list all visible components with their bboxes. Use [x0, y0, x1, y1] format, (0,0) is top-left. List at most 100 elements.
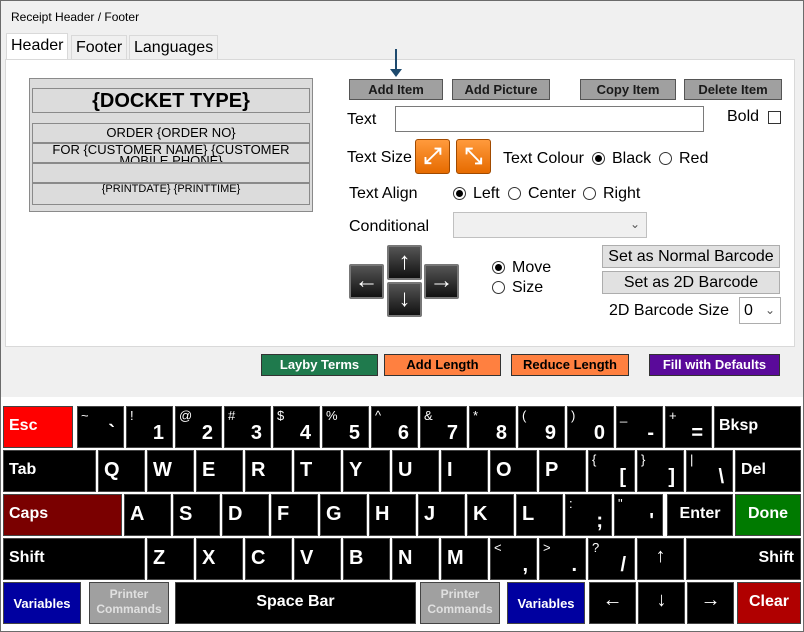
key-enter[interactable]: Enter: [667, 494, 733, 536]
barcode-size-select[interactable]: 0 ⌄: [739, 297, 781, 324]
key-q[interactable]: Q: [98, 450, 145, 492]
key-i[interactable]: I: [441, 450, 488, 492]
tab-header[interactable]: Header: [6, 33, 69, 60]
bold-checkbox[interactable]: [768, 111, 781, 124]
preview-print-date[interactable]: {PRINTDATE} {PRINTTIME}: [32, 183, 310, 205]
key-4[interactable]: $4: [273, 406, 320, 448]
key-k[interactable]: K: [467, 494, 514, 536]
red-radio[interactable]: [659, 152, 672, 165]
key-b[interactable]: B: [343, 538, 390, 580]
preview-blank-line[interactable]: [32, 163, 310, 183]
preview-order-no[interactable]: ORDER {ORDER NO}: [32, 123, 310, 143]
key-bksp[interactable]: Bksp: [714, 406, 801, 448]
key-caps[interactable]: Caps: [3, 494, 122, 536]
key-9[interactable]: (9: [518, 406, 565, 448]
key-clear[interactable]: Clear: [737, 582, 801, 624]
key-g[interactable]: G: [320, 494, 367, 536]
key-u[interactable]: U: [392, 450, 439, 492]
fill-with-defaults-button[interactable]: Fill with Defaults: [649, 354, 780, 376]
key-x[interactable]: X: [196, 538, 243, 580]
key-o[interactable]: O: [490, 450, 537, 492]
key-6[interactable]: ^ 6: [371, 406, 418, 448]
key-5[interactable]: % 5: [322, 406, 369, 448]
key-tab[interactable]: Tab: [3, 450, 96, 492]
align-center-radio[interactable]: [508, 187, 521, 200]
key-7[interactable]: & 7: [420, 406, 467, 448]
delete-item-button[interactable]: Delete Item: [684, 79, 782, 100]
preview-docket-type[interactable]: {DOCKET TYPE}: [32, 88, 310, 113]
key-8[interactable]: * 8: [469, 406, 516, 448]
conditional-select[interactable]: ⌄: [453, 212, 647, 238]
layby-terms-button[interactable]: Layby Terms: [261, 354, 378, 376]
key-m[interactable]: M: [441, 538, 488, 580]
align-right-radio[interactable]: [583, 187, 596, 200]
key-arrow-down-icon[interactable]: ↓: [638, 582, 685, 624]
tab-languages[interactable]: Languages: [129, 35, 219, 59]
key-sym-row2-11[interactable]: {[: [588, 450, 635, 492]
key-e[interactable]: E: [196, 450, 243, 492]
key-sym-row2-12[interactable]: }]: [637, 450, 684, 492]
key-backslash[interactable]: | \: [686, 450, 733, 492]
key-printer-commands[interactable]: Printer Commands: [89, 582, 169, 624]
key-arrow-right-icon[interactable]: →: [687, 582, 734, 624]
key-v[interactable]: V: [294, 538, 341, 580]
key-n[interactable]: N: [392, 538, 439, 580]
tab-footer[interactable]: Footer: [71, 35, 128, 59]
key-sym-row3-10[interactable]: :;: [565, 494, 612, 536]
key-shift[interactable]: Shift: [3, 538, 145, 580]
key-arrow-up-icon[interactable]: ↑: [637, 538, 684, 580]
add-item-button[interactable]: Add Item: [349, 79, 443, 100]
set-normal-barcode-button[interactable]: Set as Normal Barcode: [602, 245, 780, 268]
key-sym-row1-1[interactable]: ~ `: [77, 406, 124, 448]
key-d[interactable]: D: [222, 494, 269, 536]
key-sym-row3-11[interactable]: " ': [614, 494, 663, 536]
key-arrow-left-icon[interactable]: ←: [589, 582, 636, 624]
key-esc[interactable]: Esc: [3, 406, 73, 448]
key-shift[interactable]: Shift: [686, 538, 801, 580]
size-radio[interactable]: [492, 281, 505, 294]
arrow-right-icon[interactable]: →: [424, 264, 459, 299]
key-c[interactable]: C: [245, 538, 292, 580]
key-r[interactable]: R: [245, 450, 292, 492]
set-2d-barcode-button[interactable]: Set as 2D Barcode: [602, 271, 780, 294]
arrow-up-icon[interactable]: ↑: [387, 245, 422, 280]
text-input[interactable]: [395, 106, 704, 132]
key-l[interactable]: L: [516, 494, 563, 536]
arrow-down-icon[interactable]: ↓: [387, 282, 422, 317]
key-w[interactable]: W: [147, 450, 194, 492]
key-s[interactable]: S: [173, 494, 220, 536]
key-h[interactable]: H: [369, 494, 416, 536]
arrow-left-icon[interactable]: ←: [349, 264, 384, 299]
key-done[interactable]: Done: [735, 494, 801, 536]
reduce-length-button[interactable]: Reduce Length: [511, 354, 629, 376]
key-variables[interactable]: Variables: [3, 582, 81, 624]
key-z[interactable]: Z: [147, 538, 194, 580]
key-y[interactable]: Y: [343, 450, 390, 492]
align-left-radio[interactable]: [453, 187, 466, 200]
key-j[interactable]: J: [418, 494, 465, 536]
key-2[interactable]: @2: [175, 406, 222, 448]
key-sym-row4-10[interactable]: ? /: [588, 538, 635, 580]
key-sym-row4-8[interactable]: <,: [490, 538, 537, 580]
key-t[interactable]: T: [294, 450, 341, 492]
key-space-bar[interactable]: Space Bar: [175, 582, 416, 624]
key-1[interactable]: ! 1: [126, 406, 173, 448]
key-a[interactable]: A: [124, 494, 171, 536]
key-sym-row4-9[interactable]: >.: [539, 538, 586, 580]
key-sym-row1-12[interactable]: _ -: [616, 406, 663, 448]
key-3[interactable]: #3: [224, 406, 271, 448]
increase-size-icon[interactable]: ⤢: [415, 139, 450, 174]
key-p[interactable]: P: [539, 450, 586, 492]
black-radio[interactable]: [592, 152, 605, 165]
key-variables[interactable]: Variables: [507, 582, 585, 624]
copy-item-button[interactable]: Copy Item: [580, 79, 676, 100]
key-printer-commands[interactable]: Printer Commands: [420, 582, 500, 624]
decrease-size-icon[interactable]: ⤡: [456, 139, 491, 174]
add-picture-button[interactable]: Add Picture: [452, 79, 550, 100]
key-0[interactable]: ) 0: [567, 406, 614, 448]
move-radio[interactable]: [492, 261, 505, 274]
add-length-button[interactable]: Add Length: [384, 354, 501, 376]
preview-customer[interactable]: FOR {CUSTOMER NAME} {CUSTOMER MOBILE PHO…: [32, 143, 310, 163]
key-del[interactable]: Del: [735, 450, 801, 492]
key-f[interactable]: F: [271, 494, 318, 536]
